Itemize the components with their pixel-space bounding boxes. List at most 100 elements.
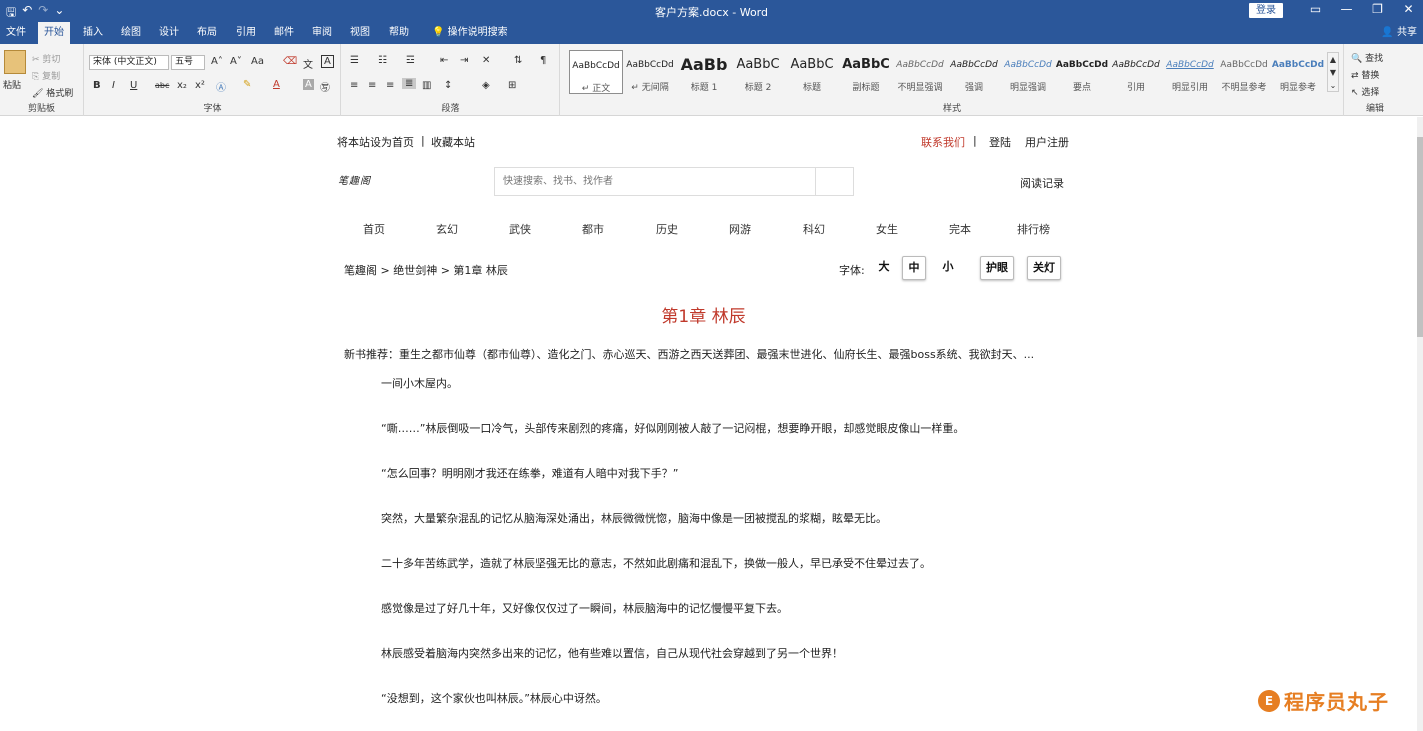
copy-button[interactable]: ⎘ 复制 bbox=[32, 69, 60, 82]
decrease-indent-icon[interactable]: ⇤ bbox=[440, 55, 448, 66]
bookmark-site-link[interactable]: 收藏本站 bbox=[431, 134, 475, 150]
breadcrumb[interactable]: 笔趣阁 > 绝世剑神 > 第1章 林辰 bbox=[344, 262, 508, 278]
text-effects-icon[interactable]: Ⓐ bbox=[216, 79, 226, 94]
sort-icon[interactable]: ⇅ bbox=[514, 55, 522, 66]
style-subtitle[interactable]: AaBbC 副标题 bbox=[839, 50, 893, 94]
strikethrough-button[interactable]: abc bbox=[155, 81, 169, 90]
register-link[interactable]: 用户注册 bbox=[1025, 134, 1069, 150]
tab-insert[interactable]: 插入 bbox=[77, 22, 109, 44]
tab-design[interactable]: 设计 bbox=[153, 22, 185, 44]
numbering-icon[interactable]: ☷ bbox=[378, 55, 387, 66]
font-color-icon[interactable]: A bbox=[273, 79, 280, 90]
style-normal[interactable]: AaBbCcDd ↵ 正文 bbox=[569, 50, 623, 94]
eye-care-button[interactable]: 护眼 bbox=[980, 256, 1014, 280]
style-intense-quote[interactable]: AaBbCcDd 明显引用 bbox=[1163, 50, 1217, 94]
multilevel-list-icon[interactable]: ☲ bbox=[406, 55, 415, 66]
justify-icon[interactable]: ≣ bbox=[402, 78, 417, 89]
chinese-layout-icon[interactable]: ✕ bbox=[482, 55, 490, 66]
tab-references[interactable]: 引用 bbox=[230, 22, 262, 44]
font-large-button[interactable]: 大 bbox=[874, 256, 894, 280]
reading-history-link[interactable]: 阅读记录 bbox=[1020, 175, 1064, 191]
nav-fantasy[interactable]: 玄幻 bbox=[436, 221, 458, 237]
paste-icon[interactable] bbox=[4, 50, 26, 74]
select-button[interactable]: ↖ 选择 bbox=[1351, 85, 1379, 98]
tab-mailings[interactable]: 邮件 bbox=[268, 22, 300, 44]
tab-review[interactable]: 审阅 bbox=[306, 22, 338, 44]
tab-file[interactable]: 文件 bbox=[0, 22, 32, 44]
tab-help[interactable]: 帮助 bbox=[383, 22, 415, 44]
vertical-scrollbar[interactable] bbox=[1417, 117, 1423, 731]
search-button[interactable] bbox=[816, 167, 854, 196]
style-no-spacing[interactable]: AaBbCcDd ↵ 无间隔 bbox=[623, 50, 677, 94]
font-size-select[interactable]: 五号 bbox=[171, 55, 205, 70]
change-case-button[interactable]: Aa bbox=[251, 56, 264, 67]
style-title[interactable]: AaBbC 标题 bbox=[785, 50, 839, 94]
nav-home[interactable]: 首页 bbox=[363, 221, 385, 237]
subscript-button[interactable]: x₂ bbox=[177, 80, 187, 91]
font-small-button[interactable]: 小 bbox=[938, 256, 958, 280]
replace-button[interactable]: ⇄ 替换 bbox=[1351, 68, 1379, 81]
lights-off-button[interactable]: 关灯 bbox=[1027, 256, 1061, 280]
style-subtle-reference[interactable]: AaBbCcDd 不明显参考 bbox=[1217, 50, 1271, 94]
ribbon-display-options-icon[interactable]: ▭ bbox=[1300, 2, 1331, 16]
style-quote[interactable]: AaBbCcDd 引用 bbox=[1109, 50, 1163, 94]
nav-completed[interactable]: 完本 bbox=[949, 221, 971, 237]
style-emphasis[interactable]: AaBbCcDd 强调 bbox=[947, 50, 1001, 94]
share-button[interactable]: 👤 共享 bbox=[1381, 22, 1417, 44]
style-intense-emphasis[interactable]: AaBbCcDd 明显强调 bbox=[1001, 50, 1055, 94]
tab-layout[interactable]: 布局 bbox=[191, 22, 223, 44]
increase-indent-icon[interactable]: ⇥ bbox=[460, 55, 468, 66]
nav-urban[interactable]: 都市 bbox=[582, 221, 604, 237]
phonetic-guide-icon[interactable]: 文 bbox=[303, 56, 313, 71]
character-shading-icon[interactable]: A bbox=[303, 79, 314, 90]
superscript-button[interactable]: x² bbox=[195, 80, 205, 91]
nav-scifi[interactable]: 科幻 bbox=[803, 221, 825, 237]
nav-online-game[interactable]: 网游 bbox=[729, 221, 751, 237]
show-marks-icon[interactable]: ¶ bbox=[540, 55, 546, 66]
grow-font-button[interactable]: A˄ bbox=[211, 56, 223, 67]
paste-button[interactable]: 粘贴 bbox=[3, 78, 21, 91]
styles-scroll-icon[interactable]: ▲ ▼ ⌄ bbox=[1327, 52, 1339, 92]
font-medium-button[interactable]: 中 bbox=[902, 256, 926, 280]
align-right-icon[interactable]: ≡ bbox=[386, 80, 394, 91]
tab-draw[interactable]: 绘图 bbox=[115, 22, 147, 44]
nav-ranking[interactable]: 排行榜 bbox=[1017, 221, 1050, 237]
style-intense-reference[interactable]: AaBbCcDd 明显参考 bbox=[1271, 50, 1325, 94]
search-input[interactable] bbox=[495, 168, 815, 195]
character-border-icon[interactable]: A bbox=[321, 55, 334, 68]
format-painter-button[interactable]: 🖌 格式刷 bbox=[32, 86, 73, 99]
style-subtle-emphasis[interactable]: AaBbCcDd 不明显强调 bbox=[893, 50, 947, 94]
scrollbar-thumb[interactable] bbox=[1417, 137, 1423, 337]
underline-button[interactable]: U bbox=[130, 80, 137, 91]
enclose-characters-icon[interactable]: ㊢ bbox=[320, 79, 330, 94]
contact-us-link[interactable]: 联系我们 bbox=[921, 134, 965, 150]
style-heading-1[interactable]: AaBb 标题 1 bbox=[677, 50, 731, 94]
shrink-font-button[interactable]: A˅ bbox=[230, 56, 242, 67]
align-center-icon[interactable]: ≡ bbox=[368, 80, 376, 91]
cut-button[interactable]: ✂ 剪切 bbox=[32, 52, 60, 65]
close-icon[interactable]: ✕ bbox=[1393, 2, 1423, 16]
align-left-icon[interactable]: ≡ bbox=[350, 80, 358, 91]
minimize-icon[interactable]: — bbox=[1331, 2, 1362, 16]
style-strong[interactable]: AaBbCcDd 要点 bbox=[1055, 50, 1109, 94]
site-logo[interactable]: 笔趣阁 bbox=[338, 172, 371, 187]
shading-icon[interactable]: ◈ bbox=[482, 80, 490, 91]
tab-view[interactable]: 视图 bbox=[344, 22, 376, 44]
clear-formatting-icon[interactable]: ⌫ bbox=[283, 56, 297, 67]
font-name-select[interactable]: 宋体 (中文正文) bbox=[89, 55, 169, 70]
borders-icon[interactable]: ⊞ bbox=[508, 80, 516, 91]
login-button[interactable]: 登录 bbox=[1249, 3, 1283, 18]
italic-button[interactable]: I bbox=[112, 80, 115, 91]
bold-button[interactable]: B bbox=[93, 80, 101, 91]
tell-me-search[interactable]: 💡 操作说明搜索 bbox=[426, 22, 514, 44]
restore-icon[interactable]: ❐ bbox=[1362, 2, 1393, 16]
line-spacing-icon[interactable]: ↕ bbox=[444, 80, 452, 91]
login-link[interactable]: 登陆 bbox=[989, 134, 1011, 150]
bullets-icon[interactable]: ☰ bbox=[350, 55, 359, 66]
distributed-icon[interactable]: ▥ bbox=[422, 80, 431, 91]
nav-history[interactable]: 历史 bbox=[656, 221, 678, 237]
highlight-icon[interactable]: ✎ bbox=[243, 79, 251, 90]
tab-home[interactable]: 开始 bbox=[38, 22, 70, 44]
set-homepage-link[interactable]: 将本站设为首页 bbox=[337, 134, 414, 150]
style-heading-2[interactable]: AaBbC 标题 2 bbox=[731, 50, 785, 94]
